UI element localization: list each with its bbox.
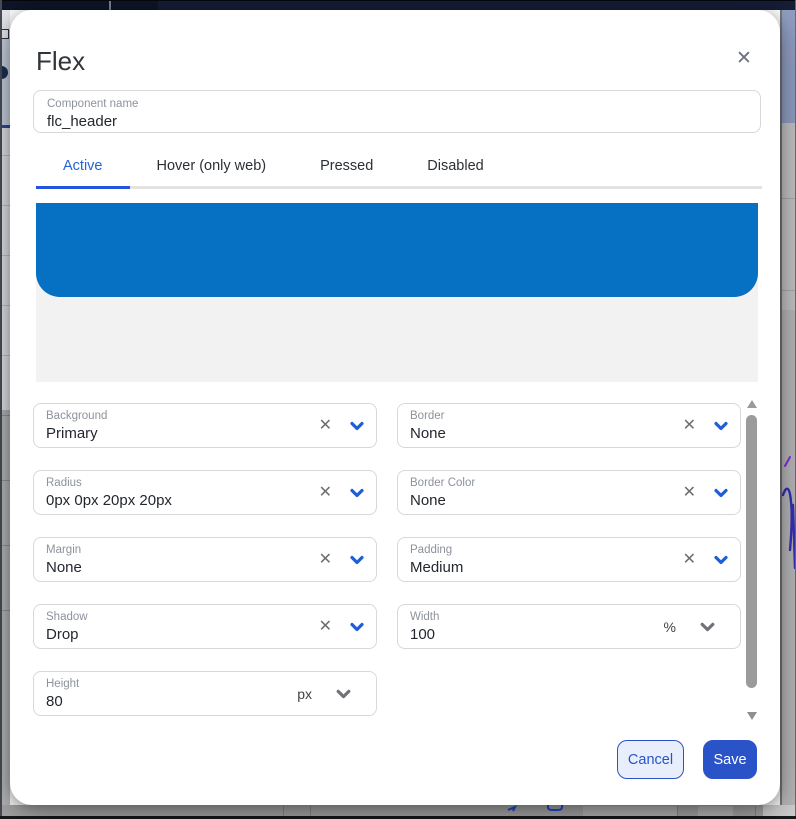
field-label: Height <box>46 677 364 691</box>
chevron-down-icon[interactable] <box>349 619 365 635</box>
clear-icon[interactable]: ✕ <box>319 485 332 501</box>
flex-component-dialog: Flex ✕ Component name flc_header Active … <box>10 10 780 805</box>
background-right-strip <box>780 10 796 123</box>
screenshot-border <box>0 0 796 1</box>
background-right-strip-edge <box>780 10 782 819</box>
field-label: Border <box>410 409 728 423</box>
field-value: None <box>46 558 364 577</box>
background-select[interactable]: Background Primary ✕ <box>33 403 377 448</box>
cancel-button[interactable]: Cancel <box>617 740 684 779</box>
background-signature-doodle <box>781 450 796 575</box>
clear-icon[interactable]: ✕ <box>683 552 696 568</box>
state-tabs: Active Hover (only web) Pressed Disabled <box>36 146 762 189</box>
clear-icon[interactable]: ✕ <box>683 485 696 501</box>
field-value: None <box>410 491 728 510</box>
chevron-down-icon[interactable] <box>713 552 729 568</box>
chevron-down-icon[interactable] <box>713 418 729 434</box>
background-window-icon <box>1 29 9 39</box>
field-value: 80 <box>46 692 364 711</box>
chevron-down-icon[interactable] <box>349 552 365 568</box>
field-value: 0px 0px 20px 20px <box>46 491 364 510</box>
height-unit-label: px <box>297 686 312 702</box>
margin-select[interactable]: Margin None ✕ <box>33 537 377 582</box>
scrollbar-thumb[interactable] <box>746 415 757 688</box>
dialog-title: Flex <box>36 46 85 77</box>
width-unit-label: % <box>664 619 676 635</box>
padding-select[interactable]: Padding Medium ✕ <box>397 537 741 582</box>
field-label: Radius <box>46 476 364 490</box>
tab-hover-only-web[interactable]: Hover (only web) <box>130 146 294 189</box>
shadow-select[interactable]: Shadow Drop ✕ <box>33 604 377 649</box>
clear-icon[interactable]: ✕ <box>319 552 332 568</box>
tab-disabled[interactable]: Disabled <box>400 146 510 189</box>
background-top-navbar-segment <box>158 1 796 10</box>
close-icon[interactable]: ✕ <box>730 44 758 72</box>
width-input[interactable]: Width 100 % <box>397 604 741 649</box>
scroll-up-arrow-icon[interactable] <box>747 400 757 408</box>
background-top-navbar-divider <box>109 0 111 10</box>
chevron-down-icon[interactable] <box>349 485 365 501</box>
clear-icon[interactable]: ✕ <box>683 418 696 434</box>
field-value: None <box>410 424 728 443</box>
tab-pressed[interactable]: Pressed <box>293 146 400 189</box>
clear-icon[interactable]: ✕ <box>319 619 332 635</box>
dialog-footer: Cancel Save <box>617 740 757 779</box>
background-row-divider <box>782 290 796 291</box>
background-toolbar-icon-fragments <box>500 804 570 814</box>
field-label: Width <box>410 610 728 624</box>
component-preview-canvas <box>36 203 758 382</box>
height-input[interactable]: Height 80 px <box>33 671 377 716</box>
chevron-down-icon[interactable] <box>335 685 352 702</box>
field-value: 100 <box>410 625 728 644</box>
field-label: Border Color <box>410 476 728 490</box>
chevron-down-icon[interactable] <box>699 618 716 635</box>
field-value: Drop <box>46 625 364 644</box>
scroll-down-arrow-icon[interactable] <box>747 712 757 720</box>
component-name-field[interactable]: Component name flc_header <box>33 90 761 133</box>
save-button[interactable]: Save <box>703 740 757 779</box>
background-row-divider <box>782 198 796 199</box>
chevron-down-icon[interactable] <box>349 418 365 434</box>
field-label: Shadow <box>46 610 364 624</box>
tab-active[interactable]: Active <box>36 146 130 189</box>
chevron-down-icon[interactable] <box>713 485 729 501</box>
field-value: Primary <box>46 424 364 443</box>
clear-icon[interactable]: ✕ <box>319 418 332 434</box>
border-color-select[interactable]: Border Color None ✕ <box>397 470 741 515</box>
field-label: Margin <box>46 543 364 557</box>
screenshot-border <box>0 0 2 819</box>
border-select[interactable]: Border None ✕ <box>397 403 741 448</box>
dialog-scrollbar[interactable] <box>745 398 758 722</box>
field-label: Padding <box>410 543 728 557</box>
flex-header-preview <box>36 203 758 297</box>
radius-select[interactable]: Radius 0px 0px 20px 20px ✕ <box>33 470 377 515</box>
component-name-value: flc_header <box>47 112 747 131</box>
field-label: Background <box>46 409 364 423</box>
field-value: Medium <box>410 558 728 577</box>
component-name-label: Component name <box>47 97 747 111</box>
background-right-strip <box>780 123 796 310</box>
